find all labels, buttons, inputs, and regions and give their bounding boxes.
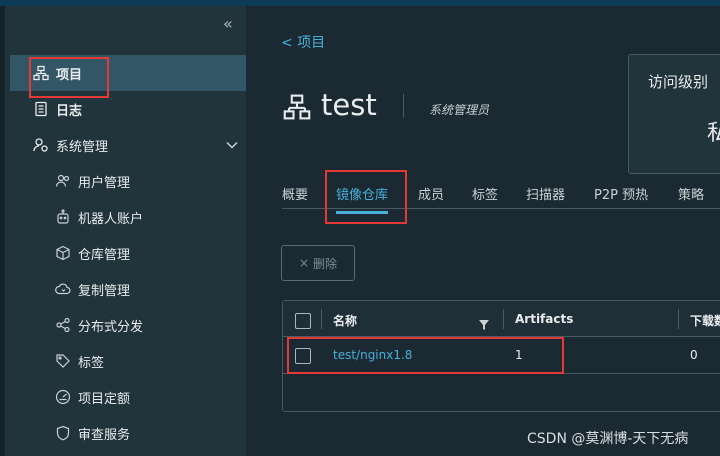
sidebar-item-project-quotas[interactable]: 项目定额 — [10, 379, 250, 415]
column-divider — [503, 309, 504, 329]
sidebar-item-robot-accounts[interactable]: 机器人账户 — [10, 199, 250, 235]
role-label: 系统管理员 — [429, 103, 490, 117]
sidebar-item-label: 机器人账户 — [78, 211, 144, 227]
project-icon — [283, 93, 311, 125]
column-header-downloads[interactable]: 下载数 — [690, 312, 720, 329]
column-header-artifacts[interactable]: Artifacts — [515, 312, 573, 326]
log-icon — [32, 100, 50, 118]
sidebar-item-distributions[interactable]: 分布式分发 — [10, 307, 250, 343]
main-content: < 项目 test 系统管理员 访问级别 私 概要 镜像仓库 成员 标签 扫描器… — [246, 6, 720, 456]
close-icon: × — [298, 256, 310, 270]
distribution-icon — [54, 316, 72, 334]
sidebar-item-label: 日志 — [56, 103, 83, 119]
replication-icon — [54, 280, 72, 298]
users-icon — [54, 172, 72, 190]
collapse-sidebar-icon[interactable]: « — [223, 14, 245, 34]
tab-p2p-preheat[interactable]: P2P 预热 — [594, 184, 648, 211]
column-divider — [321, 309, 322, 329]
shield-icon — [54, 424, 72, 442]
sidebar-item-replications[interactable]: 复制管理 — [10, 271, 250, 307]
tab-scanner[interactable]: 扫描器 — [526, 184, 565, 211]
sidebar-item-registries[interactable]: 仓库管理 — [10, 235, 250, 271]
chevron-down-icon[interactable] — [226, 138, 238, 153]
table-header: 名称 Artifacts 下载数 — [283, 301, 720, 337]
sidebar-item-label: 复制管理 — [78, 283, 131, 299]
quota-icon — [54, 388, 72, 406]
watermark: CSDN @莫渊博-天下无病 — [527, 431, 689, 447]
delete-button[interactable]: × 删除 — [281, 245, 355, 281]
sidebar-item-users[interactable]: 用户管理 — [10, 163, 250, 199]
project-icon — [32, 64, 50, 82]
sidebar-item-label: 分布式分发 — [78, 319, 144, 335]
sidebar-item-label: 系统管理 — [56, 139, 109, 155]
back-to-projects-link[interactable]: < 项目 — [281, 32, 325, 52]
row-checkbox[interactable] — [295, 348, 311, 364]
sidebar-item-interrogation-services[interactable]: 审查服务 — [10, 415, 250, 451]
system-admin-icon — [32, 136, 50, 154]
sidebar-item-label: 仓库管理 — [78, 247, 131, 263]
access-level-value: 私 — [707, 121, 720, 146]
downloads-count: 0 — [690, 348, 698, 362]
sidebar-item-label: 用户管理 — [78, 175, 131, 191]
sidebar-item-label: 标签 — [78, 355, 105, 371]
select-all-checkbox[interactable] — [295, 313, 311, 329]
sidebar-item-projects[interactable]: 项目 — [10, 55, 250, 91]
robot-icon — [54, 208, 72, 226]
title-divider — [403, 94, 404, 118]
page-title: test — [321, 88, 377, 122]
sidebar-item-logs[interactable]: 日志 — [10, 91, 250, 127]
filter-icon[interactable] — [479, 315, 489, 334]
repositories-table: 名称 Artifacts 下载数 test/nginx1.8 1 0 — [282, 300, 720, 412]
access-level-card: 访问级别 私 — [628, 54, 720, 174]
sidebar-item-label: 审查服务 — [78, 427, 131, 443]
sidebar-item-labels[interactable]: 标签 — [10, 343, 250, 379]
tab-summary[interactable]: 概要 — [282, 184, 308, 211]
sidebar-item-label: 项目定额 — [78, 391, 131, 407]
delete-button-label: 删除 — [313, 256, 338, 271]
sidebar-item-label: 项目 — [56, 67, 83, 83]
tab-labels[interactable]: 标签 — [472, 184, 498, 211]
project-tabs: 概要 镜像仓库 成员 标签 扫描器 P2P 预热 策略 — [282, 184, 720, 214]
column-header-name[interactable]: 名称 — [333, 312, 357, 329]
tab-repositories[interactable]: 镜像仓库 — [336, 184, 389, 214]
tabs-divider — [282, 208, 720, 209]
column-divider — [678, 309, 679, 329]
tab-members[interactable]: 成员 — [418, 184, 444, 211]
table-row[interactable]: test/nginx1.8 1 0 — [283, 338, 720, 374]
artifacts-count: 1 — [515, 348, 523, 362]
tag-icon — [54, 352, 72, 370]
sidebar: « 项目 日志 系统管理 用户管理 机器人账户 仓库管理 复制管理 分布式分发 … — [0, 6, 250, 456]
tab-policy[interactable]: 策略 — [678, 184, 704, 211]
access-level-label: 访问级别 — [648, 73, 709, 91]
sidebar-item-system-admin[interactable]: 系统管理 — [10, 127, 250, 163]
registry-icon — [54, 244, 72, 262]
repository-name-link[interactable]: test/nginx1.8 — [333, 348, 412, 362]
